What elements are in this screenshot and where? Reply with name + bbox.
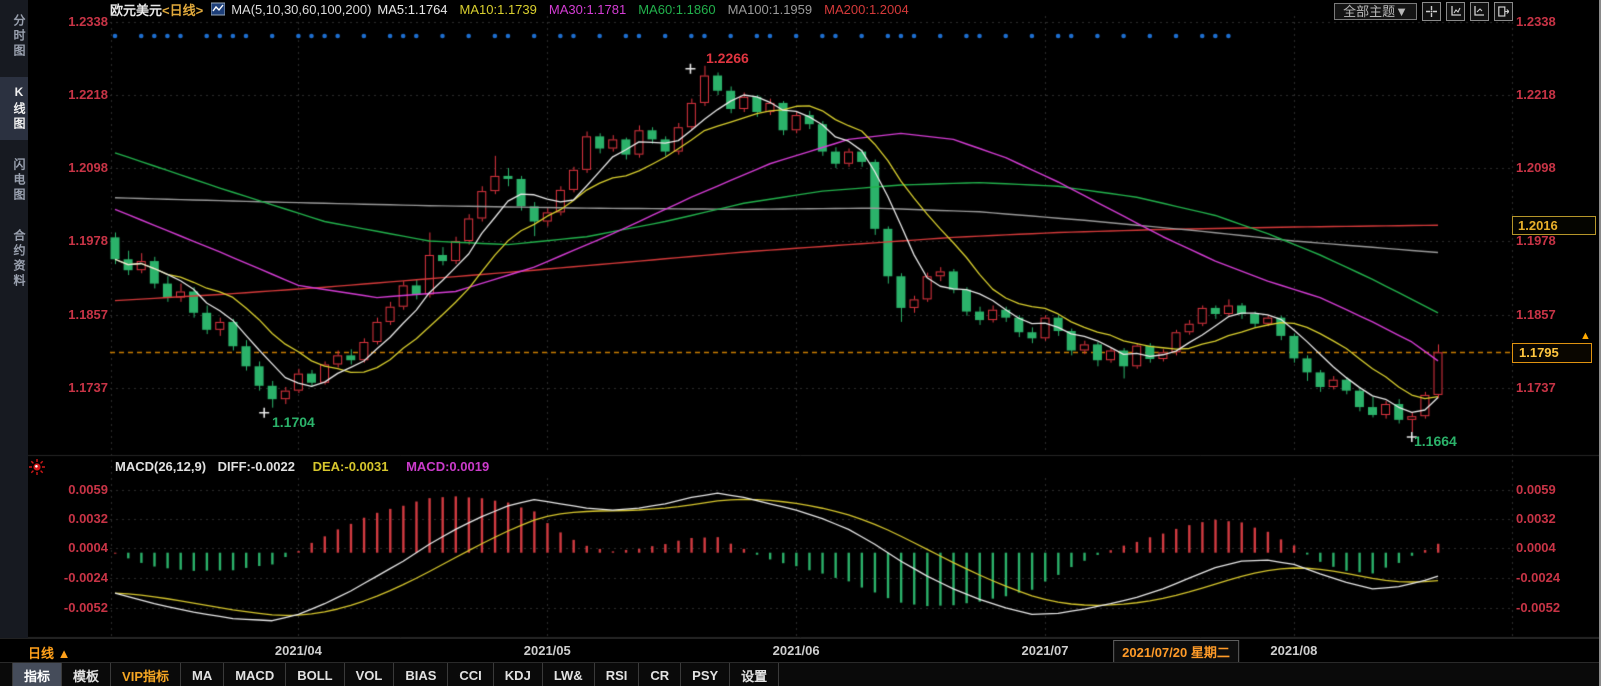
price-axis-label-left-4: 1.1857: [30, 308, 108, 322]
april-low-annotation: 1.1704: [272, 414, 315, 430]
macd-axis-label-left-1: 0.0032: [30, 512, 108, 526]
price-axis-label-right-3: 1.1978: [1516, 234, 1596, 248]
tab-8[interactable]: CCI: [448, 663, 493, 686]
macd-header: MACD(26,12,9) DIFF:-0.0022 DEA:-0.0031 M…: [115, 459, 489, 474]
tab-7[interactable]: BIAS: [394, 663, 448, 686]
price-axis-label-left-1: 1.2218: [30, 88, 108, 102]
price-axis-label-left-5: 1.1737: [30, 381, 108, 395]
sidebar-item-1[interactable]: K线图: [0, 77, 28, 140]
price-axis-label-left-2: 1.2098: [30, 161, 108, 175]
tab-11[interactable]: RSI: [595, 663, 640, 686]
date-tick-3: 2021/07: [1022, 643, 1069, 658]
tab-9[interactable]: KDJ: [494, 663, 543, 686]
chart-canvas[interactable]: [0, 0, 1601, 686]
ma-group-label: MA(5,10,30,60,100,200): [231, 2, 371, 17]
tab-6[interactable]: VOL: [345, 663, 395, 686]
tab-0[interactable]: 指标: [12, 663, 62, 686]
tab-10[interactable]: LW&: [543, 663, 595, 686]
date-tick-2: 2021/06: [773, 643, 820, 658]
macd-axis-label-left-3: -0.0024: [30, 571, 108, 585]
chart-header: 欧元美元 <日线> MA(5,10,30,60,100,200) MA5:1.1…: [110, 0, 921, 18]
tab-14[interactable]: 设置: [730, 663, 779, 686]
macd-axis-label-right-0: 0.0059: [1516, 483, 1596, 497]
crosshair-icon[interactable]: [1422, 2, 1441, 21]
macd-axis-label-left-4: -0.0052: [30, 601, 108, 615]
macd-diff-value: DIFF:-0.0022: [218, 459, 295, 474]
trading-app-window: 分时图 K线图闪电图合约资料 欧元美元 <日线> MA(5,10,30,60,10…: [0, 0, 1601, 686]
high-price-annotation: 1.2266: [706, 50, 749, 66]
highlighted-date-tag: 2021/07/20 星期二: [1113, 640, 1239, 663]
macd-axis-label-right-4: -0.0052: [1516, 601, 1596, 615]
macd-axis-label-right-3: -0.0024: [1516, 571, 1596, 585]
alert-price-tag: 1.2016: [1512, 216, 1596, 235]
tab-1[interactable]: 模板: [62, 663, 111, 686]
tab-4[interactable]: MACD: [224, 663, 286, 686]
date-tick-1: 2021/05: [524, 643, 571, 658]
price-up-arrow-icon: ▲: [1580, 330, 1591, 342]
price-axis-label-right-0: 1.2338: [1516, 15, 1596, 29]
ma-legend-value-2: MA30:1.1781: [549, 2, 626, 17]
left-chart-type-sidebar: 分时图 K线图闪电图合约资料: [0, 0, 28, 662]
macd-dea-value: DEA:-0.0031: [313, 459, 389, 474]
tab-12[interactable]: CR: [639, 663, 681, 686]
period-selector[interactable]: 日线 ▲: [28, 643, 70, 662]
date-tick-0: 2021/04: [275, 643, 322, 658]
tab-3[interactable]: MA: [181, 663, 224, 686]
ma-legend-value-3: MA60:1.1860: [638, 2, 715, 17]
price-axis-label-right-5: 1.1737: [1516, 381, 1596, 395]
axis-layout-icon[interactable]: [1446, 2, 1465, 21]
symbol-name: 欧元美元: [110, 0, 162, 19]
macd-title: MACD(26,12,9): [115, 459, 206, 474]
august-low-annotation: 1.1664: [1414, 433, 1457, 449]
ma-legend-value-1: MA10:1.1739: [460, 2, 537, 17]
date-tick-4: 2021/08: [1270, 643, 1317, 658]
period-tag: <日线>: [162, 0, 203, 19]
indicator-tab-bar: 指标模板VIP指标MAMACDBOLLVOLBIASCCIKDJLW&RSICR…: [0, 662, 1601, 686]
price-axis-label-right-4: 1.1857: [1516, 308, 1596, 322]
macd-macd-value: MACD:0.0019: [406, 459, 489, 474]
date-axis-row: 日线 ▲ 2021/07/20 星期二 2021/04 2021/05 2021/0…: [0, 638, 1601, 663]
tab-2[interactable]: VIP指标: [111, 663, 181, 686]
price-axis-label-left-3: 1.1978: [30, 234, 108, 248]
last-price-tag: 1.1795: [1512, 343, 1592, 363]
header-controls: 全部主题▼: [1334, 2, 1513, 21]
ma-legend-value-4: MA100:1.1959: [728, 2, 813, 17]
ma-legend-value-5: MA200:1.2004: [824, 2, 909, 17]
price-axis-label-right-2: 1.2098: [1516, 161, 1596, 175]
ma-legend-value-0: MA5:1.1764: [377, 2, 447, 17]
macd-axis-label-left-0: 0.0059: [30, 483, 108, 497]
theme-dropdown-button[interactable]: 全部主题▼: [1334, 3, 1417, 20]
tab-13[interactable]: PSY: [681, 663, 730, 686]
sidebar-item-0[interactable]: 分时图: [0, 6, 28, 67]
alert-bell-icon[interactable]: [28, 458, 46, 476]
sidebar-item-2[interactable]: 闪电图: [0, 150, 28, 211]
price-axis-label-left-0: 1.2338: [30, 15, 108, 29]
mini-chart-icon: [211, 2, 225, 16]
axis-arrow-icon[interactable]: [1470, 2, 1489, 21]
sidebar-item-3[interactable]: 合约资料: [0, 221, 28, 297]
pane-export-icon[interactable]: [1494, 2, 1513, 21]
macd-axis-label-right-2: 0.0004: [1516, 541, 1596, 555]
tab-5[interactable]: BOLL: [286, 663, 344, 686]
ma-legend: MA5:1.1764 MA10:1.1739 MA30:1.1781 MA60:1.1…: [377, 2, 920, 17]
macd-axis-label-left-2: 0.0004: [30, 541, 108, 555]
macd-axis-label-right-1: 0.0032: [1516, 512, 1596, 526]
price-axis-label-right-1: 1.2218: [1516, 88, 1596, 102]
